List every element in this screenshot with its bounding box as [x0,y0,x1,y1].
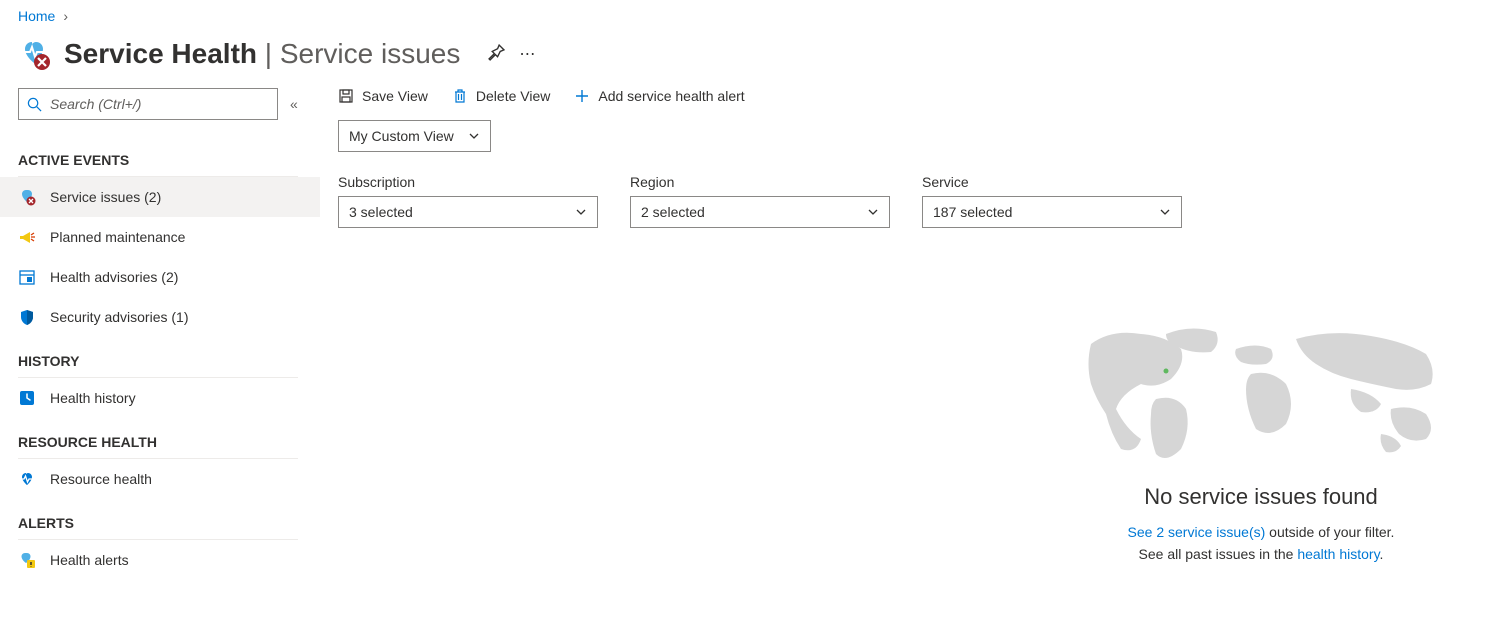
help-line-1: See 2 service issue(s) outside of your f… [1071,524,1451,540]
save-view-button[interactable]: Save View [338,88,428,104]
more-button[interactable]: ⋯ [519,44,536,64]
world-map [1071,314,1451,474]
save-icon [338,88,354,104]
plus-icon [574,88,590,104]
search-input[interactable] [50,96,269,112]
add-alert-button[interactable]: Add service health alert [574,88,744,104]
health-history-link[interactable]: health history [1297,546,1379,562]
service-health-icon [18,38,50,70]
service-issues-icon [18,188,36,206]
sidebar: « ACTIVE EVENTS Service issues (2) Plann… [0,88,320,580]
sidebar-item-security-advisories[interactable]: Security advisories (1) [0,297,320,337]
calendar-icon [18,268,36,286]
service-dropdown[interactable]: 187 selected [922,196,1182,228]
nav-label: Health alerts [50,552,129,568]
sidebar-item-health-history[interactable]: Health history [0,378,320,418]
nav-label: Health history [50,390,136,406]
sidebar-item-health-advisories[interactable]: Health advisories (2) [0,257,320,297]
subscription-dropdown[interactable]: 3 selected [338,196,598,228]
help-line-2: See all past issues in the health histor… [1071,546,1451,562]
toolbar: Save View Delete View Add service health… [338,88,1473,104]
chevron-down-icon [468,130,480,142]
result-area: No service issues found See 2 service is… [1071,314,1451,568]
chevron-down-icon [1159,206,1171,218]
chevron-right-icon: › [63,8,68,24]
region-label: Region [630,174,890,190]
section-alerts: ALERTS [18,507,298,540]
service-label: Service [922,174,1182,190]
subscription-label: Subscription [338,174,598,190]
search-box[interactable] [18,88,278,120]
section-active-events: ACTIVE EVENTS [18,144,298,177]
megaphone-icon [18,228,36,246]
view-selector[interactable]: My Custom View [338,120,491,152]
breadcrumb: Home › [0,0,1491,28]
no-issues-heading: No service issues found [1071,484,1451,510]
collapse-sidebar-button[interactable]: « [290,96,298,112]
heart-pulse-icon [18,470,36,488]
nav-label: Security advisories (1) [50,309,189,325]
nav-label: Service issues (2) [50,189,161,205]
filter-bar: Subscription 3 selected Region 2 selecte… [338,174,1473,228]
page-title: Service Health | Service issues [64,38,460,70]
region-dropdown[interactable]: 2 selected [630,196,890,228]
delete-view-button[interactable]: Delete View [452,88,550,104]
see-issues-link[interactable]: See 2 service issue(s) [1128,524,1266,540]
breadcrumb-home[interactable]: Home [18,8,55,24]
sidebar-item-resource-health[interactable]: Resource health [0,459,320,499]
nav-label: Health advisories (2) [50,269,178,285]
history-icon [18,389,36,407]
sidebar-item-health-alerts[interactable]: Health alerts [0,540,320,580]
page-header: Service Health | Service issues ⋯ [0,28,1491,88]
sidebar-item-planned-maintenance[interactable]: Planned maintenance [0,217,320,257]
shield-icon [18,308,36,326]
sidebar-item-service-issues[interactable]: Service issues (2) [0,177,320,217]
nav-label: Resource health [50,471,152,487]
section-resource-health: RESOURCE HEALTH [18,426,298,459]
search-icon [27,97,42,112]
health-alerts-icon [18,551,36,569]
chevron-down-icon [575,206,587,218]
pin-button[interactable] [488,44,505,64]
nav-label: Planned maintenance [50,229,185,245]
trash-icon [452,88,468,104]
section-history: HISTORY [18,345,298,378]
chevron-down-icon [867,206,879,218]
